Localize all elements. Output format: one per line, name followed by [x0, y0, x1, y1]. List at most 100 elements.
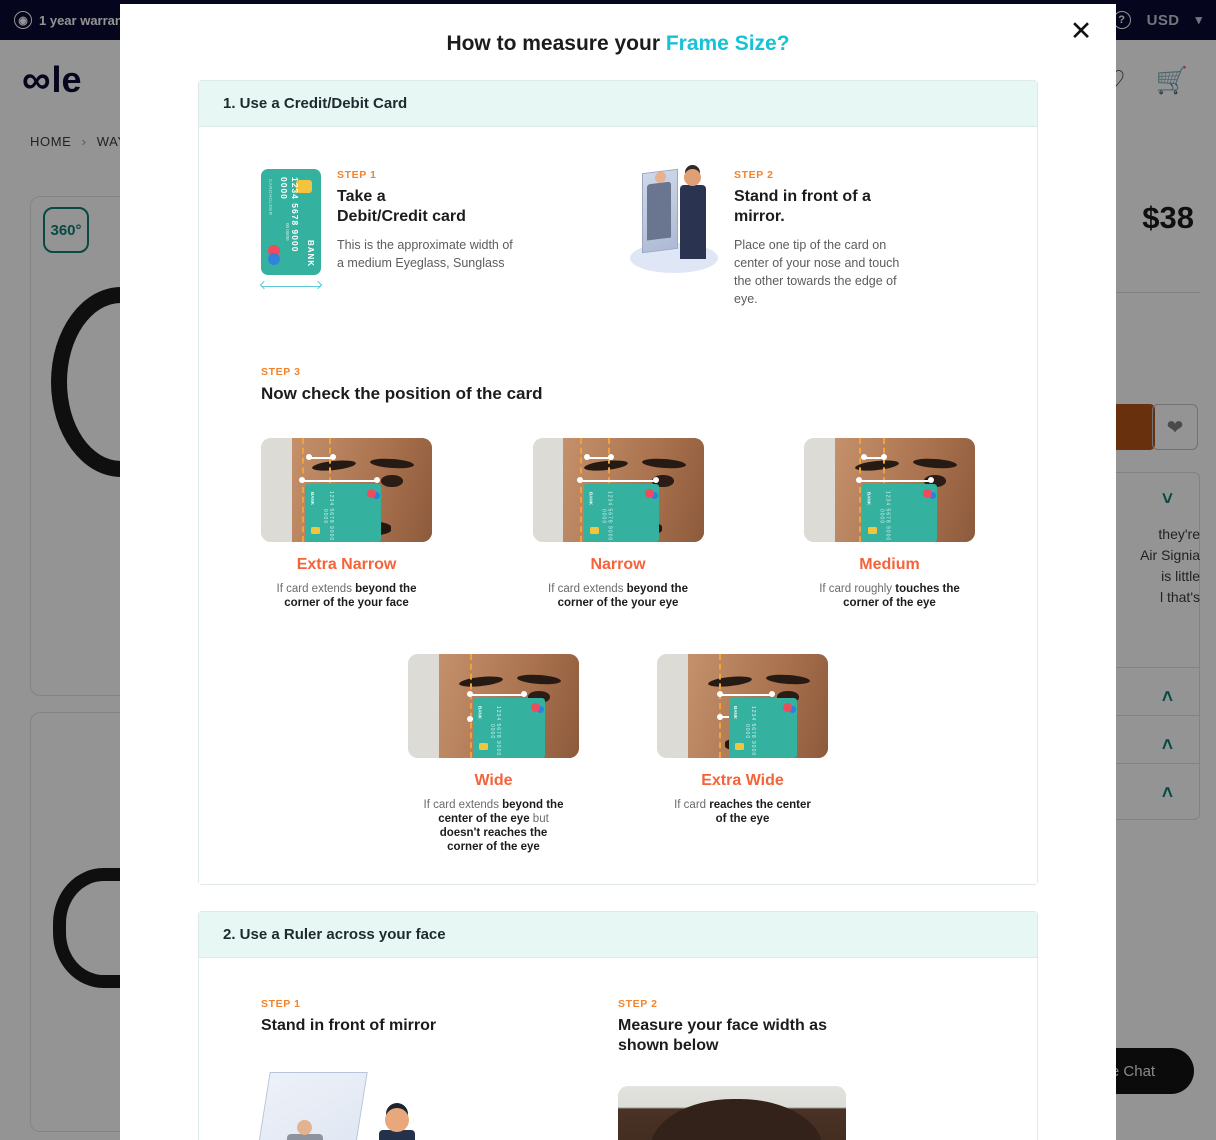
desc-bold: doesn't reaches the [439, 827, 548, 839]
step-1-description: This is the approximate width of a mediu… [337, 238, 513, 270]
card-bank-label: BANK [309, 491, 315, 505]
section-heading: 2. Use a Ruler across your face [199, 912, 1037, 958]
measure-bar-main [577, 477, 659, 484]
card-chip-icon [868, 526, 878, 534]
modal-title-prefix: How to measure your [446, 32, 666, 55]
desc-bold: corner of the eye [843, 597, 936, 609]
desc-bold: reaches the center [709, 799, 811, 811]
step-2-title-line1: Stand in front of a [734, 188, 871, 205]
guide-line-left [302, 438, 305, 542]
desc-bold: corner of the your eye [557, 597, 679, 609]
card-bank-label: BANK [306, 239, 315, 267]
desc-bold: center of the eye [438, 813, 530, 825]
background-wall [532, 438, 564, 542]
ruler-step-2: STEP 2 Measure your face width as shown … [618, 998, 975, 1140]
desc-plain: If card roughly [819, 583, 896, 595]
step-3-label: STEP 3 [261, 366, 301, 378]
guide-line-left [718, 654, 721, 758]
desc-plain: If card extends [276, 583, 356, 595]
result-extra-wide: 1234 5678 9000 0000 BANK Extra Wide If c… [657, 654, 828, 854]
card-bank-label: BANK [588, 491, 594, 505]
result-name: Medium [859, 556, 920, 573]
guide-line-left [580, 438, 583, 542]
hair [649, 1099, 824, 1140]
card-chip-icon [311, 526, 321, 534]
card-network-logo [645, 488, 655, 498]
card-network-logo [530, 702, 540, 712]
mirror-and-person-illustration [252, 1072, 451, 1140]
section-heading: 1. Use a Credit/Debit Card [199, 81, 1037, 127]
ruler-step-1-title: Stand in front of mirror [261, 1017, 437, 1034]
section-body: CARDHOLDER 1234 5678 9000 0000 00 00/00 … [199, 127, 1037, 884]
step-1-title-line2: Debit/Credit card [337, 208, 466, 225]
ruler-step-1-label: STEP 1 [261, 998, 301, 1010]
card-number: 1234 5678 9000 0000 [878, 491, 891, 542]
step-2-label: STEP 2 [734, 169, 774, 181]
measure-bar-top [860, 454, 887, 461]
credit-card-illustration: CARDHOLDER 1234 5678 9000 0000 00 00/00 … [259, 169, 323, 308]
eye-right [380, 475, 403, 487]
ruler-step-2-label: STEP 2 [618, 998, 658, 1010]
background-wall [657, 654, 688, 758]
overlay-card: 1234 5678 9000 0000 BANK [583, 483, 660, 542]
step-2-description: Place one tip of the card on center of y… [734, 238, 900, 306]
desc-bold: beyond the [502, 799, 564, 811]
result-narrow: 1234 5678 9000 0000 BANK Narrow If card … [532, 438, 704, 610]
face-photo-ruler [618, 1086, 846, 1140]
desc-plain: but [529, 813, 549, 825]
measure-bar-main [299, 477, 381, 484]
desc-bold: beyond the [355, 583, 417, 595]
card-chip-icon [734, 742, 744, 750]
guide-line-left [469, 654, 472, 758]
step-1: CARDHOLDER 1234 5678 9000 0000 00 00/00 … [259, 169, 606, 308]
background-wall [804, 438, 835, 542]
frame-size-guide-modal: ✕ How to measure your Frame Size? 1. Use… [120, 4, 1116, 1140]
card-number: 1234 5678 9000 0000 [322, 491, 334, 542]
steps-row: CARDHOLDER 1234 5678 9000 0000 00 00/00 … [259, 168, 975, 308]
overlay-card: 1234 5678 9000 0000 BANK [472, 697, 545, 758]
background-wall [408, 654, 439, 758]
background-wall [261, 438, 292, 542]
result-description: If card roughly touches the corner of the… [804, 582, 975, 610]
result-name: Extra Wide [701, 772, 784, 789]
step-1-text: STEP 1 Take a Debit/Credit card This is … [337, 169, 517, 308]
person-in-front-of-mirror-illustration [630, 168, 718, 273]
ruler-step-1: STEP 1 Stand in front of mirror [252, 998, 618, 1140]
step-2-title-line2: mirror. [734, 208, 785, 225]
face-photo-narrow: 1234 5678 9000 0000 BANK [532, 438, 704, 542]
card-number: 1234 5678 9000 0000 [600, 491, 613, 542]
desc-bold: corner of the eye [447, 841, 540, 853]
card-chip-icon [478, 742, 488, 750]
size-results-row: 1234 5678 9000 0000 BANK Extra Narrow If… [261, 438, 975, 610]
mirror-reflection [647, 181, 671, 241]
result-extra-narrow: 1234 5678 9000 0000 BANK Extra Narrow If… [261, 438, 432, 610]
overlay-card: 1234 5678 9000 0000 BANK [305, 483, 381, 542]
desc-plain: If card extends [548, 583, 627, 595]
person-figure [379, 1108, 415, 1140]
card-chip-icon [589, 526, 599, 534]
result-description: If card extends beyond the corner of the … [533, 582, 704, 610]
size-results-row-wide: 1234 5678 9000 0000 BANK Wide If card ex… [261, 654, 975, 854]
card-number: 1234 5678 9000 0000 [743, 706, 756, 757]
face-photo-extra-wide: 1234 5678 9000 0000 BANK [657, 654, 828, 758]
measure-bar-main [717, 691, 775, 698]
overlay-card: 1234 5678 9000 0000 BANK [862, 483, 938, 542]
bank-card-graphic: CARDHOLDER 1234 5678 9000 0000 00 00/00 … [261, 169, 321, 275]
step-1-label: STEP 1 [337, 169, 377, 181]
card-holder-label: CARDHOLDER [268, 179, 273, 216]
result-name: Wide [474, 772, 513, 789]
desc-bold: beyond the [626, 583, 688, 595]
step-2: STEP 2 Stand in front of a mirror. Place… [630, 168, 975, 308]
ruler-step-2-title: Measure your face width as shown below [618, 1016, 975, 1056]
section-ruler: 2. Use a Ruler across your face STEP 1 S… [198, 911, 1038, 1140]
result-name: Narrow [590, 556, 646, 573]
ruler-step-2-title-line2: shown below [618, 1037, 719, 1054]
result-description: If card extends beyond the corner of the … [261, 582, 432, 610]
face-photo-wide: 1234 5678 9000 0000 BANK [408, 654, 579, 758]
guide-line-left [858, 438, 861, 542]
card-number: 1234 5678 9000 0000 [488, 706, 501, 757]
close-icon[interactable]: ✕ [1064, 14, 1098, 48]
card-network-logo [923, 488, 933, 498]
desc-bold: corner of the your face [284, 597, 409, 609]
step-3: STEP 3 Now check the position of the car… [261, 366, 975, 854]
